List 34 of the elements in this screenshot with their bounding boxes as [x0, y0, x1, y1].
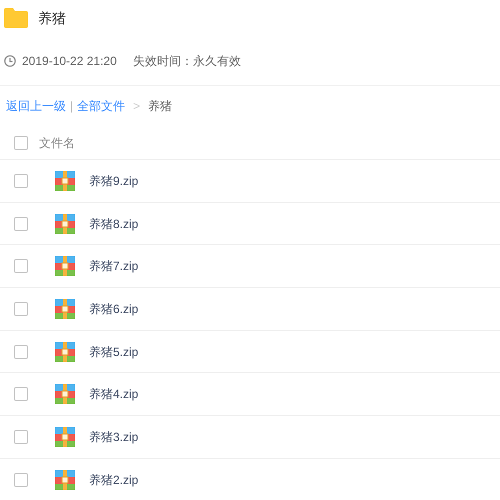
checkbox[interactable] [14, 430, 28, 444]
zip-archive-icon [55, 384, 75, 404]
separator: | [70, 98, 74, 115]
checkbox[interactable] [14, 216, 28, 231]
folder-title: 养猪 [38, 8, 66, 28]
chevron: > [133, 98, 140, 115]
zip-archive-icon [55, 470, 75, 490]
file-name[interactable]: 养猪4.zip [89, 385, 138, 404]
column-header: 文件名 [39, 134, 75, 152]
file-name[interactable]: 养猪9.zip [89, 172, 138, 190]
checkbox[interactable] [14, 302, 28, 316]
checkbox[interactable] [14, 344, 28, 359]
zip-archive-icon [55, 342, 75, 362]
zip-archive-icon [55, 426, 75, 447]
file-name[interactable]: 养猪6.zip [89, 300, 138, 318]
expiry-text: 失效时间：永久有效 [132, 52, 241, 70]
zip-archive-icon [55, 298, 75, 319]
file-name[interactable]: 养猪8.zip [89, 214, 138, 233]
clock-icon [4, 54, 16, 66]
folder-icon [4, 8, 28, 28]
file-name[interactable]: 养猪3.zip [89, 428, 138, 446]
current-folder: 养猪 [148, 98, 172, 115]
checkbox[interactable] [14, 259, 28, 274]
file-name[interactable]: 养猪2.zip [89, 470, 138, 489]
checkbox[interactable] [14, 174, 28, 188]
file-name[interactable]: 养猪5.zip [89, 342, 138, 361]
share-date: 2019-10-22 21:20 [22, 52, 117, 70]
checkbox[interactable] [14, 136, 28, 150]
zip-archive-icon [55, 170, 75, 191]
checkbox[interactable] [14, 387, 28, 402]
file-name[interactable]: 养猪7.zip [89, 257, 138, 276]
checkbox[interactable] [14, 472, 28, 487]
zip-archive-icon [55, 214, 75, 234]
zip-archive-icon [55, 256, 75, 276]
